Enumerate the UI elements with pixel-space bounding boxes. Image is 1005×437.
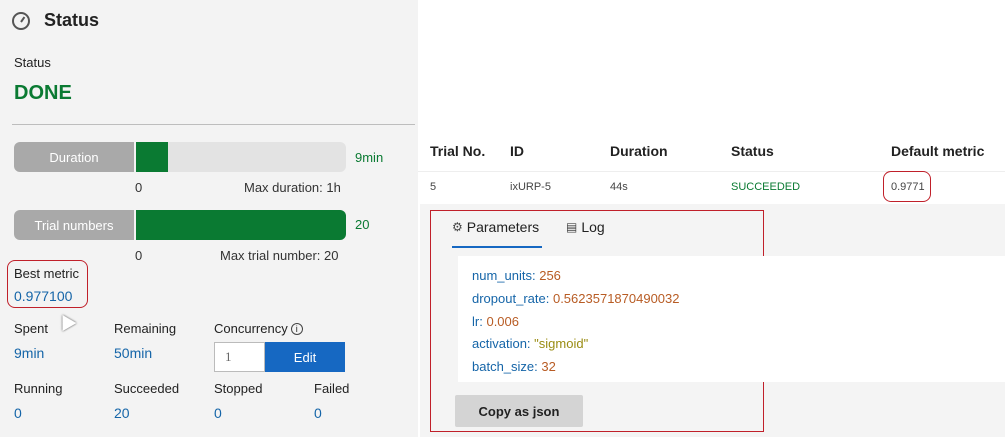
param-value: 32 bbox=[541, 359, 556, 374]
concurrency-input[interactable]: 1 bbox=[214, 342, 265, 372]
param-key: lr: bbox=[472, 314, 483, 329]
col-default-metric[interactable]: Default metric bbox=[891, 143, 984, 159]
param-row: num_units: 256 bbox=[472, 268, 561, 283]
failed-label: Failed bbox=[314, 381, 350, 396]
cell-duration: 44s bbox=[610, 181, 628, 193]
param-value: 0.006 bbox=[486, 314, 520, 329]
trials-max: Max trial number: 20 bbox=[220, 248, 339, 263]
spent-value: 9min bbox=[14, 345, 45, 361]
concurrency-label-text: Concurrency bbox=[214, 321, 288, 336]
status-panel: Status Status DONE Duration 9min 0 Max d… bbox=[0, 0, 418, 437]
mouse-cursor-icon bbox=[55, 310, 77, 332]
param-key: dropout_rate: bbox=[472, 291, 550, 306]
spent-label: Spent bbox=[14, 321, 48, 336]
param-row: batch_size: 32 bbox=[472, 359, 556, 374]
active-tab-indicator bbox=[452, 246, 542, 248]
col-duration[interactable]: Duration bbox=[610, 143, 668, 159]
best-metric-value: 0.977100 bbox=[14, 288, 73, 304]
trials-min: 0 bbox=[135, 248, 143, 263]
status-label: Status bbox=[14, 55, 51, 70]
param-value: 0.5623571870490032 bbox=[552, 291, 680, 306]
succeeded-value: 20 bbox=[114, 405, 130, 421]
best-metric-label: Best metric bbox=[14, 266, 80, 281]
concurrency-label: Concurrency i bbox=[214, 321, 303, 336]
trials-bar-label: Trial numbers bbox=[14, 210, 134, 240]
duration-value: 9min bbox=[355, 150, 384, 165]
tab-log-label: Log bbox=[581, 219, 605, 235]
panel-title: Status bbox=[44, 10, 100, 30]
col-id[interactable]: ID bbox=[510, 143, 524, 159]
param-row: lr: 0.006 bbox=[472, 314, 519, 329]
param-row: activation: "sigmoid" bbox=[472, 336, 588, 351]
gauge-icon bbox=[12, 11, 30, 30]
log-icon: ▤ bbox=[566, 220, 578, 234]
param-key: batch_size: bbox=[472, 359, 538, 374]
param-key: activation: bbox=[472, 336, 531, 351]
tab-log[interactable]: ▤ Log bbox=[566, 219, 605, 235]
tab-parameters[interactable]: ⚙ Parameters bbox=[452, 219, 539, 235]
failed-value: 0 bbox=[314, 405, 322, 421]
param-key: num_units: bbox=[472, 268, 536, 283]
stopped-label: Stopped bbox=[214, 381, 263, 396]
duration-bar-track bbox=[136, 142, 346, 172]
edit-button[interactable]: Edit bbox=[265, 342, 345, 372]
duration-min: 0 bbox=[135, 180, 143, 195]
duration-bar-fill bbox=[136, 142, 168, 172]
trials-bar-track bbox=[136, 210, 346, 240]
remaining-label: Remaining bbox=[114, 321, 177, 336]
running-value: 0 bbox=[14, 405, 22, 421]
parameters-icon: ⚙ bbox=[452, 220, 463, 234]
param-value: 256 bbox=[539, 268, 561, 283]
cell-status: SUCCEEDED bbox=[731, 181, 801, 193]
panel-header: Status bbox=[12, 10, 99, 31]
param-value: "sigmoid" bbox=[534, 336, 589, 351]
param-row: dropout_rate: 0.5623571870490032 bbox=[472, 291, 680, 306]
trials-value: 20 bbox=[355, 217, 370, 232]
tab-parameters-label: Parameters bbox=[466, 219, 540, 235]
info-icon[interactable]: i bbox=[290, 323, 303, 335]
divider bbox=[12, 124, 415, 125]
metric-highlight bbox=[883, 171, 931, 202]
succeeded-label: Succeeded bbox=[114, 381, 180, 396]
copy-as-json-button[interactable]: Copy as json bbox=[455, 395, 583, 427]
running-label: Running bbox=[14, 381, 63, 396]
trials-bar-fill bbox=[136, 210, 346, 240]
cell-id: ixURP-5 bbox=[510, 181, 551, 193]
duration-bar-label: Duration bbox=[14, 142, 134, 172]
cell-trial-no: 5 bbox=[430, 181, 437, 193]
col-trial-no[interactable]: Trial No. bbox=[430, 143, 485, 159]
remaining-value: 50min bbox=[114, 345, 153, 361]
col-status[interactable]: Status bbox=[731, 143, 774, 159]
status-value: DONE bbox=[14, 82, 72, 104]
duration-max: Max duration: 1h bbox=[244, 180, 341, 195]
stopped-value: 0 bbox=[214, 405, 222, 421]
